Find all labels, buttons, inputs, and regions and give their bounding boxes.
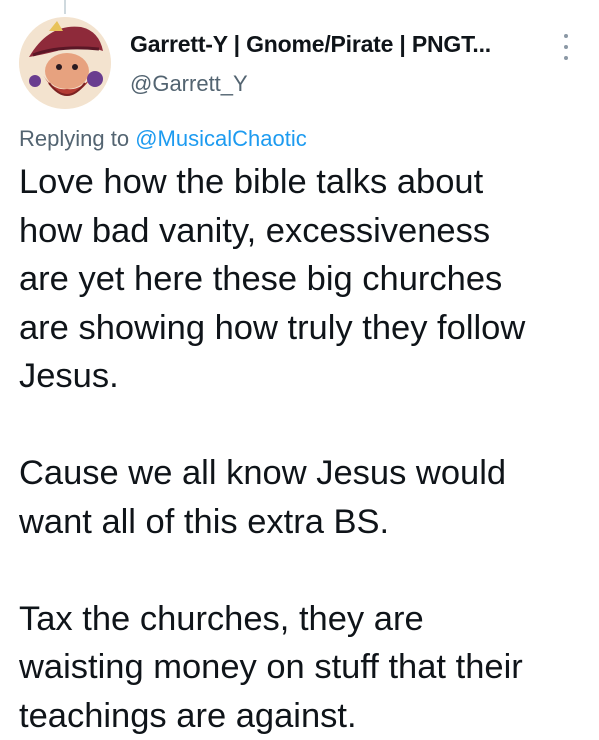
avatar[interactable] bbox=[19, 17, 111, 109]
author-display-name[interactable]: Garrett-Y | Gnome/Pirate | PNGT... bbox=[130, 31, 491, 58]
tweet-line: Love how the bible talks about bbox=[19, 158, 589, 207]
tweet-paragraph: Tax the churches, they are waisting mone… bbox=[19, 595, 589, 740]
tweet-paragraph: Cause we all know Jesus would want all o… bbox=[19, 449, 589, 546]
tweet-line: are yet here these big churches bbox=[19, 255, 589, 304]
more-dot bbox=[564, 45, 568, 49]
more-dot bbox=[564, 34, 568, 38]
tweet-paragraph: Love how the bible talks about how bad v… bbox=[19, 158, 589, 401]
more-dot bbox=[564, 56, 568, 60]
tweet-line: are showing how truly they follow bbox=[19, 304, 589, 353]
tweet-line: how bad vanity, excessiveness bbox=[19, 207, 589, 256]
tweet-text: Love how the bible talks about how bad v… bbox=[19, 158, 589, 740]
replying-to: Replying to @MusicalChaotic bbox=[19, 126, 307, 152]
more-options-icon[interactable] bbox=[554, 30, 578, 64]
tweet-line: want all of this extra BS. bbox=[19, 498, 589, 547]
tweet-line: Tax the churches, they are bbox=[19, 595, 589, 644]
tweet-line: waisting money on stuff that their bbox=[19, 643, 589, 692]
tweet-line: Jesus. bbox=[19, 352, 589, 401]
tweet-line: Cause we all know Jesus would bbox=[19, 449, 589, 498]
thread-connector-line bbox=[64, 0, 66, 14]
tweet-line: teachings are against. bbox=[19, 692, 589, 740]
author-handle[interactable]: @Garrett_Y bbox=[130, 71, 248, 97]
gnome-pirate-avatar-icon bbox=[19, 17, 111, 109]
reply-target-link[interactable]: @MusicalChaotic bbox=[135, 126, 307, 151]
replying-to-prefix: Replying to bbox=[19, 126, 129, 151]
